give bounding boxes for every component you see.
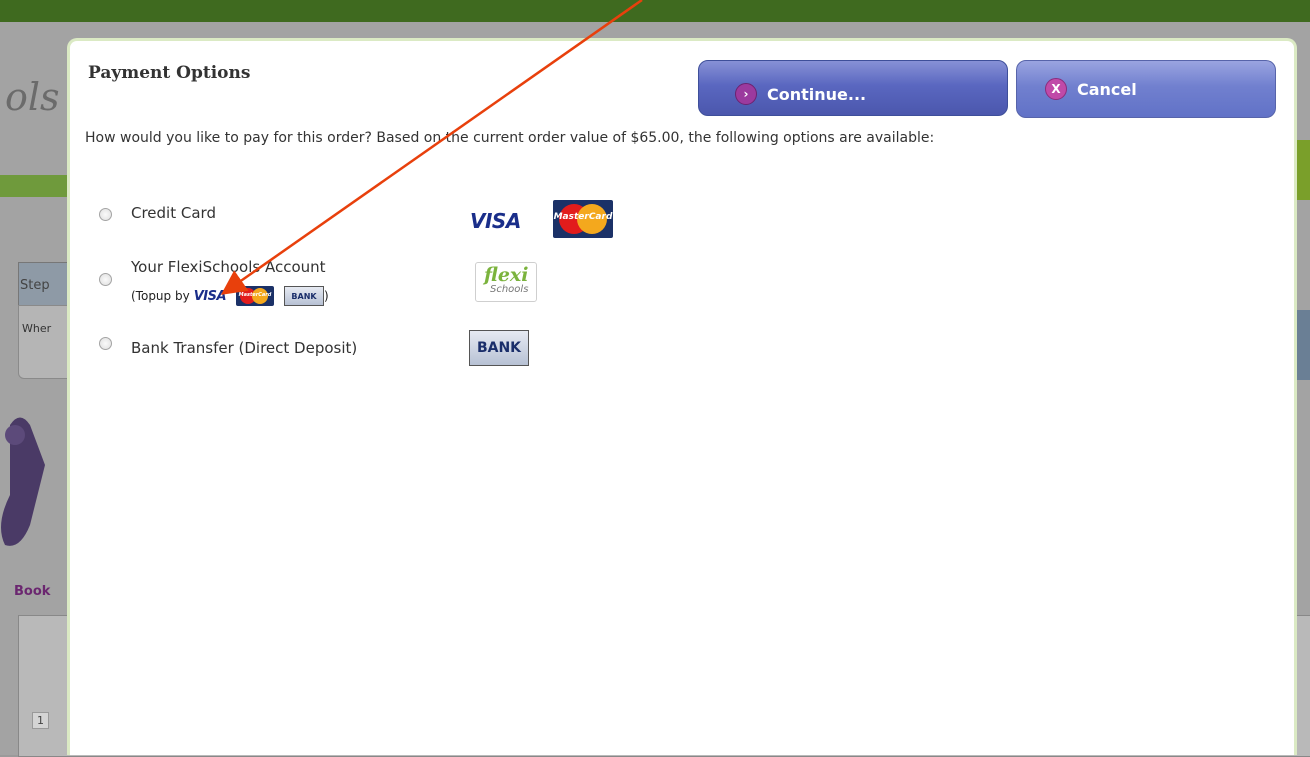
topup-prefix: (Topup by <box>131 289 190 303</box>
topup-methods: (Topup by VISA MasterCard BANK ) <box>131 286 329 306</box>
visa-logo-small: VISA <box>193 288 227 304</box>
page-right-green-block <box>1297 140 1310 200</box>
mascot-image <box>1 417 45 546</box>
close-icon: X <box>1045 78 1067 100</box>
flexischools-account-label[interactable]: Your FlexiSchools Account <box>131 258 326 276</box>
credit-card-label[interactable]: Credit Card <box>131 204 216 222</box>
flexischools-account-radio[interactable] <box>99 273 112 286</box>
step-header-text: Step <box>20 278 50 293</box>
chevron-right-icon: › <box>735 83 757 105</box>
book-heading: Book <box>14 584 51 599</box>
mastercard-logo-small: MasterCard <box>236 286 275 306</box>
table-row-index: 1 <box>32 712 49 729</box>
cancel-button[interactable]: X Cancel <box>1016 60 1276 118</box>
cancel-button-label: Cancel <box>1077 79 1137 99</box>
topup-suffix: ) <box>324 289 329 303</box>
mastercard-logo: MasterCard <box>553 200 613 238</box>
page-right-blue-block <box>1297 310 1310 380</box>
payment-intro-text: How would you like to pay for this order… <box>85 130 935 146</box>
payment-options-dialog: Payment Options › Continue... X Cancel H… <box>67 38 1297 755</box>
credit-card-radio[interactable] <box>99 208 112 221</box>
bank-transfer-label[interactable]: Bank Transfer (Direct Deposit) <box>131 339 357 357</box>
bank-logo-small: BANK <box>284 286 325 306</box>
flexischools-logo: flexi Schools <box>475 262 537 302</box>
bank-transfer-radio[interactable] <box>99 337 112 350</box>
dialog-title: Payment Options <box>88 63 251 83</box>
where-panel-text: Wher <box>22 322 52 335</box>
page-top-bar <box>0 0 1310 22</box>
continue-button-label: Continue... <box>767 84 867 104</box>
continue-button[interactable]: › Continue... <box>698 60 1008 116</box>
bank-logo: BANK <box>469 330 529 366</box>
site-logo-fragment: ols <box>5 75 60 119</box>
visa-logo: VISA <box>470 209 521 233</box>
